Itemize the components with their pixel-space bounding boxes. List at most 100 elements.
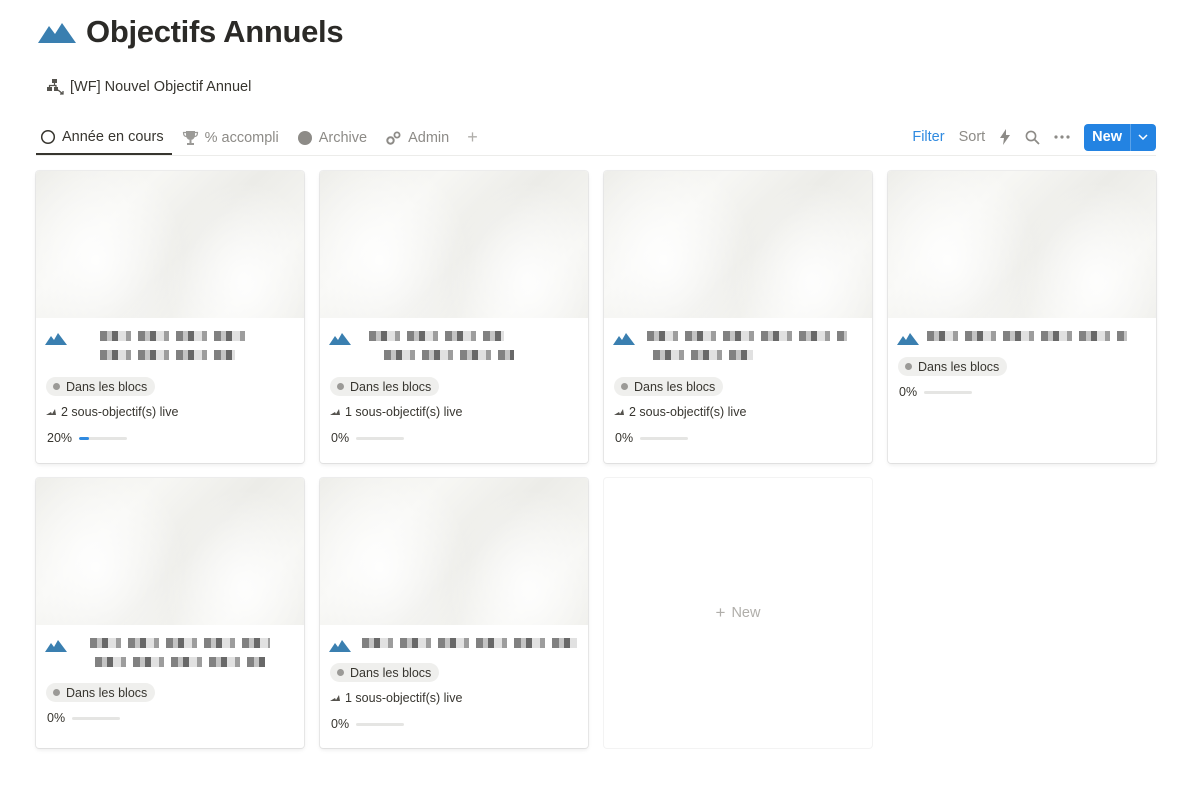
progress-label: 0% (47, 711, 66, 725)
status-badge-label: Dans les blocs (350, 665, 432, 680)
mountain-icon (897, 333, 919, 345)
mountain-icon (329, 640, 351, 652)
card-cover (320, 171, 588, 318)
progress-label: 0% (331, 717, 350, 731)
progress-label: 0% (899, 385, 918, 399)
chevron-down-icon (1138, 134, 1148, 140)
tab-label: % accompli (204, 129, 279, 146)
status-badge: Dans les blocs (46, 683, 156, 702)
circle-filled-icon (297, 130, 312, 145)
tab-annee-en-cours[interactable]: Année en cours (36, 122, 172, 155)
status-badge: Dans les blocs (46, 377, 156, 396)
gallery-grid: Dans les blocs 2 sous-objectif(s) live 2… (36, 171, 1157, 751)
progress: 0% (331, 431, 405, 445)
progress-fill (79, 436, 89, 440)
card-cover (888, 171, 1156, 318)
subgoals-count: 1 sous-objectif(s) live (330, 405, 462, 419)
progress-bar (640, 436, 689, 440)
new-card-button[interactable]: + New (604, 478, 872, 748)
mountain-icon (45, 333, 67, 345)
progress-bar (79, 436, 128, 440)
gallery-card[interactable]: Dans les blocs 1 sous-objectif(s) live 0… (320, 171, 588, 463)
subgoals-label: 2 sous-objectif(s) live (629, 405, 747, 419)
mountain-icon (613, 333, 635, 345)
gears-icon (386, 131, 401, 145)
status-badge-label: Dans les blocs (350, 379, 432, 394)
subgoals-label: 1 sous-objectif(s) live (345, 691, 463, 705)
subgoals-label: 2 sous-objectif(s) live (61, 405, 179, 419)
page-title: Objectifs Annuels (86, 14, 344, 49)
subgoal-icon (46, 409, 56, 415)
more-icon (1054, 135, 1070, 139)
progress-bar (356, 436, 405, 440)
tab-accompli[interactable]: % accompli (178, 121, 287, 154)
status-badge-label: Dans les blocs (634, 379, 716, 394)
subgoal-icon (614, 409, 624, 415)
automation-button[interactable] (999, 129, 1011, 145)
status-badge-label: Dans les blocs (918, 359, 1000, 374)
template-icon (47, 79, 64, 95)
search-button[interactable] (1025, 130, 1040, 145)
card-cover (320, 478, 588, 625)
circle-outline-icon (40, 129, 56, 145)
card-title (329, 331, 514, 369)
template-label: [WF] Nouvel Objectif Annuel (70, 78, 252, 95)
progress-label: 0% (331, 431, 350, 445)
subgoal-icon (330, 695, 340, 701)
progress: 0% (899, 385, 973, 399)
card-cover (36, 478, 304, 625)
subgoal-icon (330, 409, 340, 415)
card-title (897, 331, 1127, 350)
status-badge-label: Dans les blocs (66, 685, 148, 700)
template-button[interactable]: [WF] Nouvel Objectif Annuel (46, 78, 251, 95)
new-button[interactable]: New (1084, 123, 1156, 151)
status-badge-label: Dans les blocs (66, 379, 148, 394)
trophy-icon (182, 130, 198, 145)
progress-bar (356, 722, 405, 726)
gallery-card[interactable]: Dans les blocs 0% (888, 171, 1156, 463)
more-button[interactable] (1054, 135, 1070, 139)
view-tabs: Année en cours % accompli Archive Admin (36, 121, 482, 155)
sort-button[interactable]: Sort (959, 129, 986, 145)
new-card-label: New (731, 605, 761, 621)
tab-label: Année en cours (62, 129, 164, 145)
search-icon (1025, 130, 1040, 145)
page-header: Objectifs Annuels (38, 14, 344, 50)
mountain-icon (329, 333, 351, 345)
subgoals-count: 1 sous-objectif(s) live (330, 691, 462, 705)
tab-admin[interactable]: Admin (381, 121, 457, 154)
progress-label: 0% (615, 431, 634, 445)
subgoals-count: 2 sous-objectif(s) live (46, 405, 178, 419)
card-title (329, 638, 577, 657)
add-view-button[interactable]: + (463, 127, 482, 148)
card-cover (604, 171, 872, 318)
status-badge: Dans les blocs (614, 377, 724, 396)
views-bar: Année en cours % accompli Archive Admin (36, 121, 1156, 156)
status-badge: Dans les blocs (898, 357, 1008, 376)
tab-label: Admin (408, 129, 450, 146)
progress: 20% (47, 431, 128, 445)
progress: 0% (47, 711, 121, 725)
mountain-icon (45, 640, 67, 652)
plus-icon: + (715, 603, 726, 622)
new-button-label: New (1092, 129, 1122, 145)
gallery-card[interactable]: Dans les blocs 1 sous-objectif(s) live 0… (320, 478, 588, 748)
card-title (613, 331, 847, 369)
card-cover (36, 171, 304, 318)
mountain-icon (38, 23, 76, 43)
toolbar: Filter Sort New (898, 123, 1156, 151)
tab-archive[interactable]: Archive (293, 121, 375, 154)
progress-bar (924, 390, 973, 394)
progress-label: 20% (47, 431, 73, 445)
subgoals-label: 1 sous-objectif(s) live (345, 405, 463, 419)
filter-button[interactable]: Filter (912, 129, 944, 145)
card-title (45, 638, 270, 676)
new-options-button[interactable] (1131, 134, 1156, 140)
progress: 0% (331, 717, 405, 731)
gallery-card[interactable]: Dans les blocs 2 sous-objectif(s) live 2… (36, 171, 304, 463)
progress-bar (72, 716, 121, 720)
lightning-icon (1000, 129, 1011, 145)
gallery-card[interactable]: Dans les blocs 0% (36, 478, 304, 748)
gallery-card[interactable]: Dans les blocs 2 sous-objectif(s) live 0… (604, 171, 872, 463)
progress: 0% (615, 431, 689, 445)
